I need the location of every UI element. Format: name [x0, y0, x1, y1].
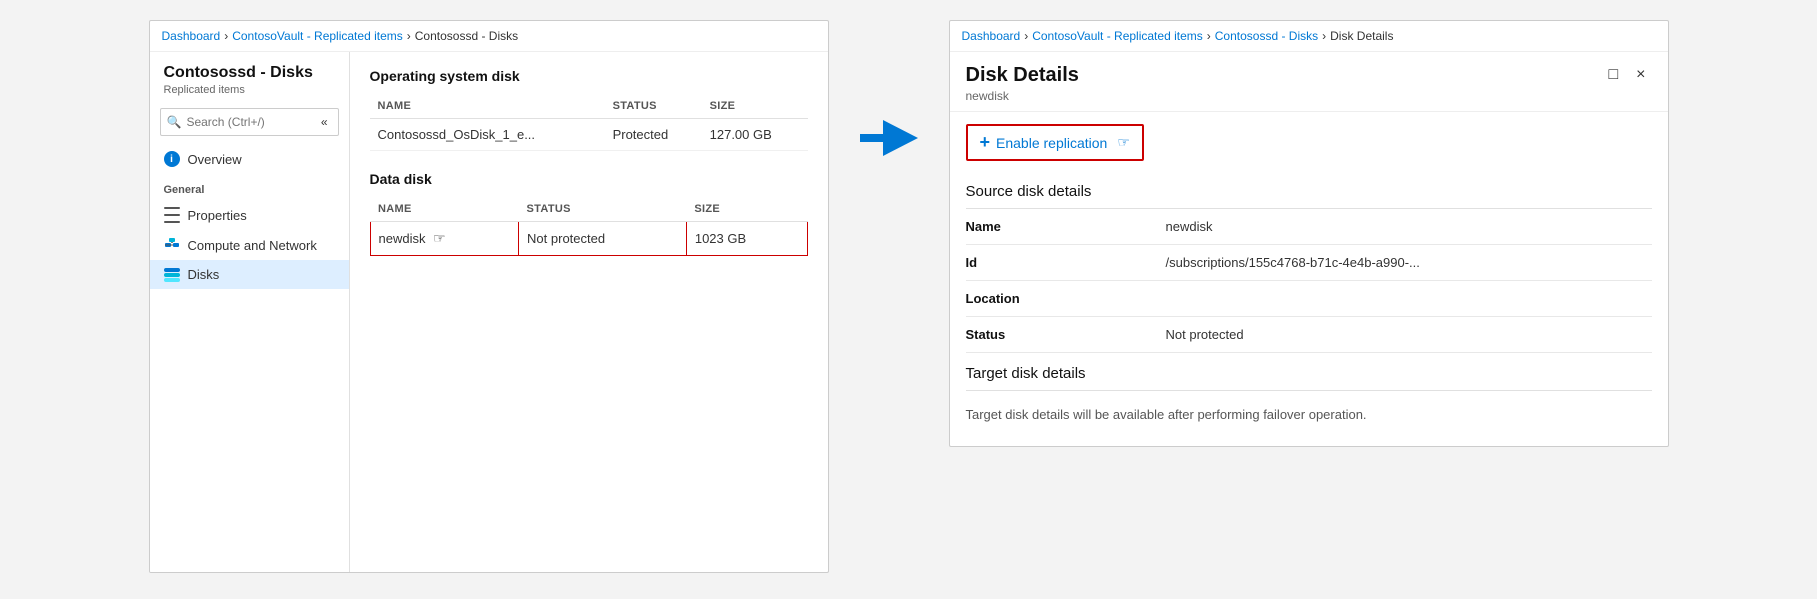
arrow-shaft — [860, 134, 885, 142]
os-disk-section-title: Operating system disk — [370, 68, 808, 84]
right-title: Disk Details — [966, 64, 1079, 87]
right-breadcrumb: Dashboard › ContosoVault - Replicated it… — [950, 21, 1668, 52]
arrow-head — [883, 120, 918, 156]
os-disk-status: Protected — [605, 119, 702, 151]
sidebar-label-compute-network: Compute and Network — [188, 238, 317, 253]
right-header-left: Disk Details newdisk — [966, 64, 1079, 103]
right-header: Disk Details newdisk □ × — [950, 52, 1668, 112]
properties-icon — [164, 207, 180, 223]
search-input[interactable] — [186, 115, 311, 129]
os-disk-size: 127.00 GB — [702, 119, 808, 151]
page-subtitle: Replicated items — [164, 84, 335, 96]
data-col-status: STATUS — [519, 197, 687, 222]
sidebar-header: Contosossd - Disks Replicated items — [150, 52, 349, 100]
right-subtitle: newdisk — [966, 89, 1079, 103]
enable-replication-button[interactable]: + Enable replication ☞ — [966, 124, 1144, 161]
arrow-container — [859, 20, 919, 156]
rbc-dashboard[interactable]: Dashboard — [962, 29, 1021, 43]
data-disk-size: 1023 GB — [686, 222, 807, 256]
right-body: Source disk details Name newdisk Id /sub… — [950, 173, 1668, 446]
cursor-icon-right: ☞ — [1117, 134, 1130, 151]
detail-label-status: Status — [966, 327, 1166, 342]
os-disk-name: Contosossd_OsDisk_1_e... — [370, 119, 605, 151]
rbc-current: Disk Details — [1330, 29, 1393, 43]
left-body: Contosossd - Disks Replicated items 🔍 « … — [150, 52, 828, 572]
detail-value-id: /subscriptions/155c4768-b71c-4e4b-a990-.… — [1166, 255, 1652, 270]
os-col-status: STATUS — [605, 94, 702, 119]
os-col-size: SIZE — [702, 94, 808, 119]
data-disk-status: Not protected — [519, 222, 687, 256]
collapse-button[interactable]: « — [317, 113, 332, 131]
sidebar-label-disks: Disks — [188, 267, 220, 282]
bc-current: Contosossd - Disks — [415, 29, 518, 43]
cursor-icon: ☞ — [433, 230, 446, 246]
sidebar: Contosossd - Disks Replicated items 🔍 « … — [150, 52, 350, 572]
data-disk-name: newdisk ☞ — [370, 222, 519, 256]
sidebar-item-disks[interactable]: Disks — [150, 260, 349, 289]
sidebar-item-compute-network[interactable]: Compute and Network — [150, 230, 349, 260]
sidebar-nav: i Overview General Properties — [150, 144, 349, 289]
os-col-name: NAME — [370, 94, 605, 119]
rbc-vault[interactable]: ContosoVault - Replicated items — [1032, 29, 1203, 43]
right-header-actions: □ × — [1602, 64, 1651, 86]
left-breadcrumb: Dashboard › ContosoVault - Replicated it… — [150, 21, 828, 52]
search-icon: 🔍 — [167, 115, 182, 129]
detail-row-name: Name newdisk — [966, 209, 1652, 245]
target-section-title: Target disk details — [966, 353, 1652, 391]
detail-value-name: newdisk — [1166, 219, 1652, 234]
source-section-title: Source disk details — [966, 173, 1652, 209]
data-disk-section-title: Data disk — [370, 171, 808, 187]
detail-value-status: Not protected — [1166, 327, 1652, 342]
data-col-name: NAME — [370, 197, 519, 222]
left-panel: Dashboard › ContosoVault - Replicated it… — [149, 20, 829, 573]
table-row[interactable]: Contosossd_OsDisk_1_e... Protected 127.0… — [370, 119, 808, 151]
sidebar-label-overview: Overview — [188, 152, 242, 167]
disks-icon — [164, 268, 180, 282]
target-note: Target disk details will be available af… — [966, 399, 1652, 430]
plus-icon: + — [980, 132, 991, 153]
page-title: Contosossd - Disks — [164, 64, 335, 82]
detail-row-status: Status Not protected — [966, 317, 1652, 353]
info-icon: i — [164, 151, 180, 167]
bc-vault[interactable]: ContosoVault - Replicated items — [232, 29, 403, 43]
search-box[interactable]: 🔍 « — [160, 108, 339, 136]
sidebar-section-general: General — [150, 174, 349, 200]
detail-label-name: Name — [966, 219, 1166, 234]
detail-row-location: Location — [966, 281, 1652, 317]
rbc-disks[interactable]: Contosossd - Disks — [1215, 29, 1318, 43]
maximize-button[interactable]: □ — [1602, 64, 1624, 86]
detail-label-location: Location — [966, 291, 1166, 306]
detail-label-id: Id — [966, 255, 1166, 270]
close-button[interactable]: × — [1630, 64, 1651, 86]
enable-replication-label: Enable replication — [996, 135, 1107, 151]
data-col-size: SIZE — [686, 197, 807, 222]
right-panel: Dashboard › ContosoVault - Replicated it… — [949, 20, 1669, 447]
sidebar-item-properties[interactable]: Properties — [150, 200, 349, 230]
network-icon — [164, 237, 180, 253]
arrow-wrap — [860, 120, 918, 156]
sidebar-item-overview[interactable]: i Overview — [150, 144, 349, 174]
sidebar-label-properties: Properties — [188, 208, 247, 223]
table-row-newdisk[interactable]: newdisk ☞ Not protected 1023 GB — [370, 222, 807, 256]
data-disk-table: NAME STATUS SIZE newdisk ☞ Not protected… — [370, 197, 808, 256]
bc-dashboard[interactable]: Dashboard — [162, 29, 221, 43]
os-disk-table: NAME STATUS SIZE Contosossd_OsDisk_1_e..… — [370, 94, 808, 151]
detail-row-id: Id /subscriptions/155c4768-b71c-4e4b-a99… — [966, 245, 1652, 281]
main-content: Operating system disk NAME STATUS SIZE C… — [350, 52, 828, 572]
